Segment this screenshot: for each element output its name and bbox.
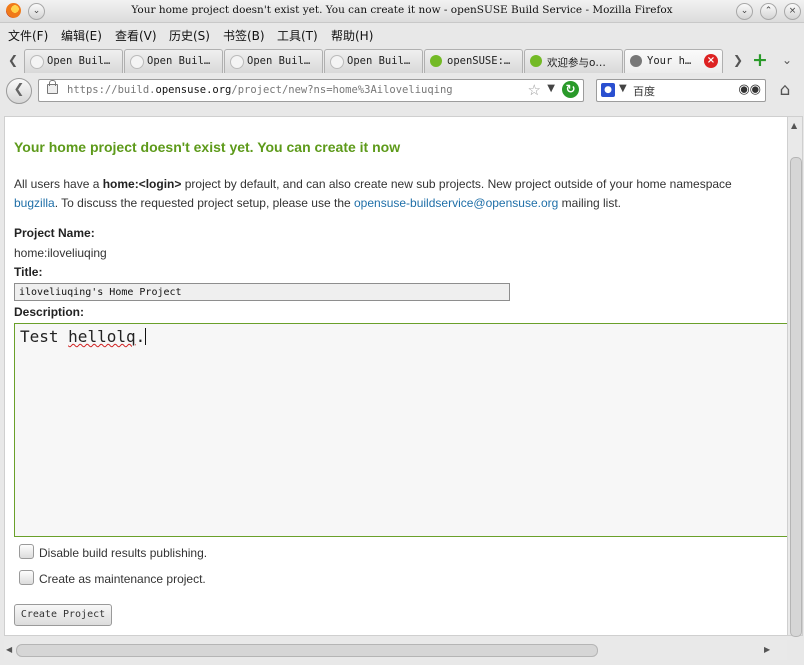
page-icon <box>630 55 642 67</box>
tab-list-dropdown-icon[interactable]: ⌄ <box>782 53 792 67</box>
menu-bookmarks[interactable]: 书签(B) <box>223 27 265 44</box>
tab-label: Open Buil… <box>47 55 111 67</box>
tab-2[interactable]: Open Buil… <box>124 49 223 73</box>
page-icon <box>330 55 344 69</box>
binoculars-search-icon[interactable]: ◉◉ <box>738 82 761 97</box>
description-label: Description: <box>14 305 85 319</box>
engine-dropdown-icon[interactable]: ▼ <box>619 83 627 94</box>
scroll-right-icon[interactable]: ▶ <box>764 645 770 654</box>
vertical-scroll-thumb[interactable] <box>790 157 802 637</box>
back-button[interactable]: ❮ <box>6 78 32 104</box>
tab-scroll-right-icon[interactable]: ❯ <box>733 53 743 67</box>
tab-label: 欢迎参与o… <box>547 57 606 69</box>
opensuse-icon <box>530 55 542 67</box>
project-name-label: Project Name: <box>14 226 95 240</box>
create-project-button[interactable]: Create Project <box>14 604 112 626</box>
url-history-dropdown-icon[interactable]: ▼ <box>547 83 555 94</box>
tab-label: Your h… <box>647 55 692 67</box>
new-tab-plus-icon[interactable]: + <box>752 49 768 71</box>
baidu-engine-icon[interactable]: ● <box>601 83 615 97</box>
maximize-button[interactable]: ⌃ <box>760 3 777 20</box>
bookmark-star-icon[interactable]: ☆ <box>528 81 541 99</box>
tab-label: Open Buil… <box>347 55 411 67</box>
maintenance-label[interactable]: Create as maintenance project. <box>39 572 206 586</box>
scroll-left-icon[interactable]: ◀ <box>6 645 12 654</box>
search-bar[interactable]: ● ▼ 百度 ◉◉ <box>596 79 766 102</box>
intro-paragraph: All users have a home:<login> project by… <box>14 177 732 210</box>
disable-publish-checkbox[interactable] <box>19 544 34 559</box>
search-engine-text[interactable]: 百度 <box>633 83 655 99</box>
tab-scroll-left-icon[interactable]: ❮ <box>8 53 18 67</box>
page-content: Your home project doesn't exist yet. You… <box>4 116 789 636</box>
tab-3[interactable]: Open Buil… <box>224 49 323 73</box>
maintenance-checkbox[interactable] <box>19 570 34 585</box>
window-titlebar: ⌄ Your home project doesn't exist yet. Y… <box>0 0 804 23</box>
title-input[interactable]: iloveliuqing's Home Project <box>14 283 510 301</box>
page-icon <box>230 55 244 69</box>
menu-history[interactable]: 历史(S) <box>169 27 210 44</box>
window-title: Your home project doesn't exist yet. You… <box>131 4 673 16</box>
page-heading: Your home project doesn't exist yet. You… <box>14 139 401 155</box>
title-label: Title: <box>14 265 43 279</box>
text-caret <box>145 328 147 345</box>
url-text[interactable]: https://build.opensuse.org/project/new?n… <box>67 84 453 96</box>
url-bar[interactable]: https://build.opensuse.org/project/new?n… <box>38 79 584 102</box>
disable-publish-label[interactable]: Disable build results publishing. <box>39 546 207 560</box>
tab-label: openSUSE:… <box>447 55 511 67</box>
home-icon[interactable]: ⌂ <box>774 79 796 101</box>
tab-strip: ❮ Open Buil… Open Buil… Open Buil… Open … <box>0 47 804 74</box>
vertical-scrollbar[interactable]: ▲ <box>787 116 803 637</box>
minimize-button[interactable]: ⌄ <box>736 3 753 20</box>
description-textarea[interactable]: Test hellolq. <box>14 323 788 537</box>
close-window-button[interactable]: × <box>784 3 801 20</box>
bugzilla-link[interactable]: bugzilla <box>14 196 55 210</box>
page-icon <box>30 55 44 69</box>
page-icon <box>130 55 144 69</box>
menu-view[interactable]: 查看(V) <box>115 27 157 44</box>
scroll-up-icon[interactable]: ▲ <box>791 121 797 130</box>
tab-4[interactable]: Open Buil… <box>324 49 423 73</box>
menu-edit[interactable]: 编辑(E) <box>61 27 102 44</box>
reload-icon[interactable]: ↻ <box>562 81 579 98</box>
horizontal-scrollbar[interactable]: ◀ ▶ <box>4 640 787 660</box>
tab-5[interactable]: openSUSE:… <box>424 49 523 73</box>
opensuse-icon <box>430 55 442 67</box>
mailing-list-link[interactable]: opensuse-buildservice@opensuse.org <box>354 196 558 210</box>
lock-icon <box>47 80 58 94</box>
menu-bar: 文件(F) 编辑(E) 查看(V) 历史(S) 书签(B) 工具(T) 帮助(H… <box>0 24 804 46</box>
tab-1[interactable]: Open Buil… <box>24 49 123 73</box>
tab-6[interactable]: 欢迎参与o… <box>524 49 623 73</box>
tab-label: Open Buil… <box>147 55 211 67</box>
menu-file[interactable]: 文件(F) <box>8 27 48 44</box>
tab-label: Open Buil… <box>247 55 311 67</box>
tab-7-active[interactable]: Your h… × <box>624 49 723 73</box>
home-login-bold: home:<login> <box>102 177 182 191</box>
misspelled-word: hellolq <box>68 327 136 346</box>
menu-tools[interactable]: 工具(T) <box>277 27 318 44</box>
navigation-bar: ❮ https://build.opensuse.org/project/new… <box>0 75 804 105</box>
horizontal-scroll-thumb[interactable] <box>16 644 598 657</box>
menu-help[interactable]: 帮助(H) <box>331 27 373 44</box>
close-tab-icon[interactable]: × <box>704 54 718 68</box>
project-name-value: home:iloveliuqing <box>14 246 107 260</box>
